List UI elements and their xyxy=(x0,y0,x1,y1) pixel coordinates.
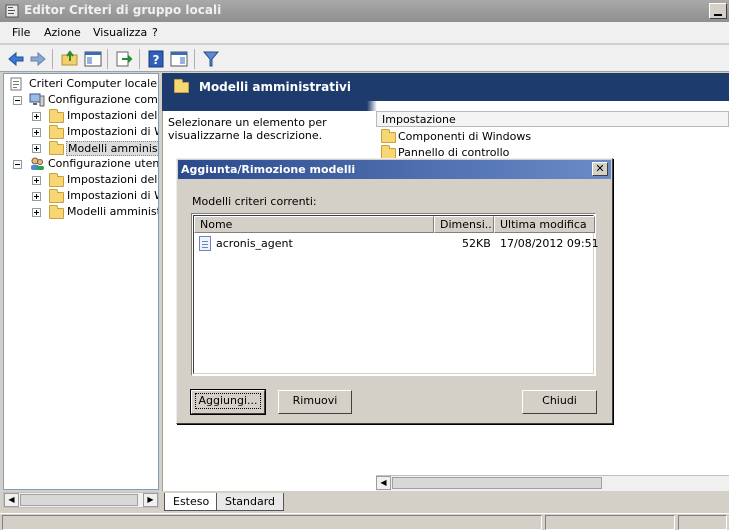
expand-toggle[interactable] xyxy=(32,176,41,185)
details-header: Modelli amministrativi xyxy=(162,73,729,101)
template-file-icon xyxy=(199,236,211,251)
back-arrow-icon[interactable] xyxy=(6,49,26,69)
users-icon xyxy=(31,157,44,170)
column-header-name[interactable]: Nome xyxy=(194,216,434,233)
current-templates-label: Modelli criteri correnti: xyxy=(192,195,317,208)
expand-toggle[interactable] xyxy=(32,128,41,137)
table-row[interactable]: acronis_agent 52KB 17/08/2012 09:51 xyxy=(196,234,599,252)
add-button-label: Aggiungi... xyxy=(195,393,261,409)
filter-icon[interactable] xyxy=(201,49,221,69)
tab-standard[interactable]: Standard xyxy=(216,493,285,511)
row-size: 52KB xyxy=(462,237,491,250)
computer-icon xyxy=(29,93,45,107)
folder-icon xyxy=(49,109,64,123)
header-gradient-strip xyxy=(162,101,729,111)
scrollbar-thumb[interactable] xyxy=(20,494,138,506)
window-title: Editor Criteri di gruppo locali xyxy=(24,3,222,17)
details-horizontal-scrollbar[interactable]: ◀ xyxy=(376,475,729,491)
window-title-bar: Editor Criteri di gruppo locali xyxy=(0,0,729,22)
policy-document-icon xyxy=(10,77,22,91)
toolbar-separator xyxy=(107,49,108,69)
toolbar-separator xyxy=(194,49,195,69)
view-tabs: Esteso Standard xyxy=(160,491,729,513)
expand-toggle[interactable] xyxy=(32,112,41,121)
tree-item-label: Configurazione comput xyxy=(48,93,158,106)
templates-list[interactable]: Nome Dimensi... Ultima modifica acronis_… xyxy=(191,213,599,376)
column-header-setting[interactable]: Impostazione xyxy=(376,111,729,127)
scroll-right-button[interactable]: ▶ xyxy=(143,493,158,507)
toolbar-separator xyxy=(52,49,53,69)
expand-toggle[interactable] xyxy=(32,144,41,153)
folder-icon xyxy=(49,173,64,187)
column-header-size[interactable]: Dimensi... xyxy=(434,216,494,233)
folder-icon xyxy=(49,205,64,219)
tree-item-label: Impostazioni di Wir xyxy=(67,189,158,202)
close-button[interactable]: Chiudi xyxy=(522,390,597,414)
tree-item-label: Impostazioni del so xyxy=(67,109,158,122)
list-item-label: Componenti di Windows xyxy=(398,130,532,143)
properties-view-icon[interactable] xyxy=(169,49,189,69)
svg-text:?: ? xyxy=(153,53,160,67)
export-list-icon[interactable] xyxy=(114,49,134,69)
menu-azione[interactable]: Azione xyxy=(44,26,81,39)
tree-horizontal-scrollbar[interactable]: ◀ ▶ xyxy=(3,492,159,508)
minimize-button[interactable] xyxy=(709,3,727,19)
add-button[interactable]: Aggiungi... xyxy=(190,389,266,415)
tree-item-label: Modelli amministrat xyxy=(66,141,158,156)
list-item[interactable]: Pannello di controllo xyxy=(380,145,680,159)
tree-item-label: Modelli amministrat xyxy=(67,205,158,218)
forward-arrow-icon[interactable] xyxy=(28,49,48,69)
remove-button-label: Rimuovi xyxy=(292,394,338,407)
folder-icon xyxy=(49,125,64,139)
tree-item-label: Impostazioni del so xyxy=(67,173,158,186)
folder-icon xyxy=(49,141,64,155)
tab-esteso[interactable]: Esteso xyxy=(164,493,219,511)
scroll-left-button[interactable]: ◀ xyxy=(376,476,391,490)
dialog-title: Aggiunta/Rimozione modelli xyxy=(181,163,356,176)
list-item[interactable]: Componenti di Windows xyxy=(380,129,680,145)
column-header-label: Impostazione xyxy=(382,113,456,126)
description-text: Selezionare un elemento per visualizzarn… xyxy=(168,116,327,142)
toolbar-separator xyxy=(139,49,140,69)
expand-toggle[interactable] xyxy=(32,192,41,201)
folder-icon xyxy=(381,129,396,143)
expand-toggle[interactable] xyxy=(32,208,41,217)
tree-item-label: Impostazioni di Wir xyxy=(67,125,158,138)
tree-item-computer-config[interactable]: Configurazione comput xyxy=(7,92,158,108)
collapse-toggle[interactable] xyxy=(13,160,22,169)
collapse-toggle[interactable] xyxy=(13,96,22,105)
toolbar: ? xyxy=(0,45,729,72)
tree-root-label: Criteri Computer locale xyxy=(29,77,157,90)
details-header-title: Modelli amministrativi xyxy=(199,80,351,94)
menu-help[interactable]: ? xyxy=(152,26,158,39)
tree-item-label: Configurazione utente xyxy=(48,157,159,170)
status-panel xyxy=(545,515,675,530)
console-tree: Criteri Computer locale Configurazione c… xyxy=(3,73,159,490)
menu-file[interactable]: File xyxy=(12,26,30,39)
dialog-title-bar: Aggiunta/Rimozione modelli xyxy=(178,160,611,179)
help-icon[interactable]: ? xyxy=(146,49,166,69)
close-button-label: Chiudi xyxy=(542,394,577,407)
menu-visualizza[interactable]: Visualizza xyxy=(93,26,147,39)
app-icon xyxy=(5,4,19,18)
status-panel xyxy=(2,515,542,530)
status-panel xyxy=(678,515,727,530)
folder-icon xyxy=(174,79,189,93)
row-name: acronis_agent xyxy=(216,237,293,250)
folder-icon xyxy=(49,189,64,203)
remove-button[interactable]: Rimuovi xyxy=(278,390,352,414)
scroll-left-button[interactable]: ◀ xyxy=(4,493,19,507)
row-modified: 17/08/2012 09:51 xyxy=(500,237,599,250)
tree-item-user-config[interactable]: Configurazione utente xyxy=(7,156,159,172)
status-bar xyxy=(0,513,729,530)
up-folder-icon[interactable] xyxy=(60,49,80,69)
scrollbar-thumb[interactable] xyxy=(392,477,602,489)
column-header-modified[interactable]: Ultima modifica xyxy=(494,216,595,233)
show-hide-tree-icon[interactable] xyxy=(83,49,103,69)
dialog-close-icon[interactable]: ✕ xyxy=(592,162,608,176)
menu-bar: File Azione Visualizza ? xyxy=(0,22,729,44)
